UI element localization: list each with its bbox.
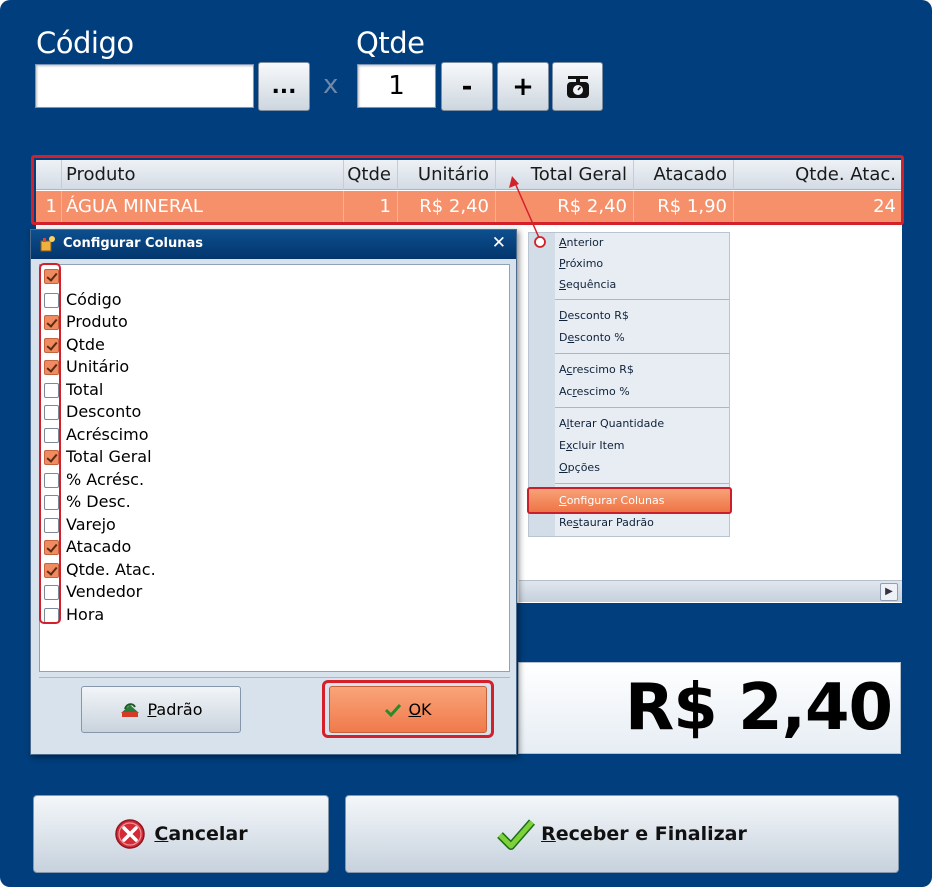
menu-separator (555, 483, 729, 484)
menu-separator (555, 299, 729, 300)
scale-icon (566, 75, 589, 98)
menu-item-sequencia[interactable]: Sequência (529, 275, 729, 295)
checkmark-icon (497, 819, 536, 850)
codigo-label: Código (36, 26, 134, 60)
qtde-label: Qtde (356, 26, 425, 60)
menu-item-restaurar-padrao[interactable]: Restaurar Padrão (529, 513, 729, 533)
search-product-button[interactable]: ... (258, 62, 310, 111)
restore-default-icon (121, 702, 140, 717)
increase-qtde-button[interactable]: + (497, 62, 549, 111)
padrao-button[interactable]: Padrão (81, 686, 241, 733)
ok-highlight-outline (322, 680, 494, 738)
menu-item-opcoes[interactable]: Opções (529, 458, 729, 478)
menu-item-desconto-percent[interactable]: Desconto % (529, 328, 729, 348)
settings-app-icon (40, 236, 55, 252)
pos-window: Código ... x Qtde 1 - + Produto Qtde Uni… (0, 0, 932, 887)
finish-label: Receber e Finalizar (541, 823, 747, 845)
checkboxes-highlight-outline (39, 263, 61, 624)
cancel-label: Cancelar (154, 823, 248, 845)
menu-separator (555, 407, 729, 408)
menu-item-acrescimo-percent[interactable]: Acrescimo % (529, 382, 729, 402)
dialog-title-bar[interactable]: Configurar Colunas ✕ (31, 230, 516, 259)
cancel-icon (115, 819, 146, 849)
scale-button[interactable] (552, 62, 603, 111)
grid-context-menu: Anterior Próximo Sequência Desconto R$ D… (527, 232, 732, 537)
menu-item-excluir-item[interactable]: Excluir Item (529, 436, 729, 456)
codigo-input[interactable] (35, 64, 254, 108)
scroll-right-arrow-icon[interactable]: ▶ (880, 583, 898, 601)
configurar-colunas-dialog: Configurar Colunas ✕ Código Produto Qtde… (30, 229, 517, 755)
menu-separator (555, 353, 729, 354)
menu-item-anterior[interactable]: Anterior (529, 233, 729, 253)
dialog-footer-divider (39, 677, 510, 678)
total-panel: R$ 2,40 (518, 662, 901, 754)
menu-item-alterar-quantidade[interactable]: Alterar Quantidade (529, 414, 729, 434)
cancel-button[interactable]: Cancelar (33, 795, 329, 873)
total-value: R$ 2,40 (625, 671, 893, 745)
decrease-qtde-button[interactable]: - (441, 62, 493, 111)
menu-item-acrescimo-valor[interactable]: Acrescimo R$ (529, 360, 729, 380)
qtde-input[interactable]: 1 (357, 64, 436, 108)
menu-item-configurar-colunas[interactable]: Configurar Colunas (527, 487, 732, 514)
finish-button[interactable]: Receber e Finalizar (345, 795, 899, 873)
columns-checklist: Código Produto Qtde Unitário Total Desco… (39, 264, 510, 672)
multiply-sign: x (323, 70, 339, 100)
menu-item-proximo[interactable]: Próximo (529, 254, 729, 274)
dialog-title: Configurar Colunas (63, 236, 203, 251)
grid-horizontal-scrollbar[interactable]: ▶ (519, 580, 902, 602)
padrao-label: Padrão (147, 700, 203, 719)
grid-highlight-outline (31, 155, 904, 225)
close-icon[interactable]: ✕ (492, 233, 506, 253)
menu-item-desconto-valor[interactable]: Desconto R$ (529, 306, 729, 326)
